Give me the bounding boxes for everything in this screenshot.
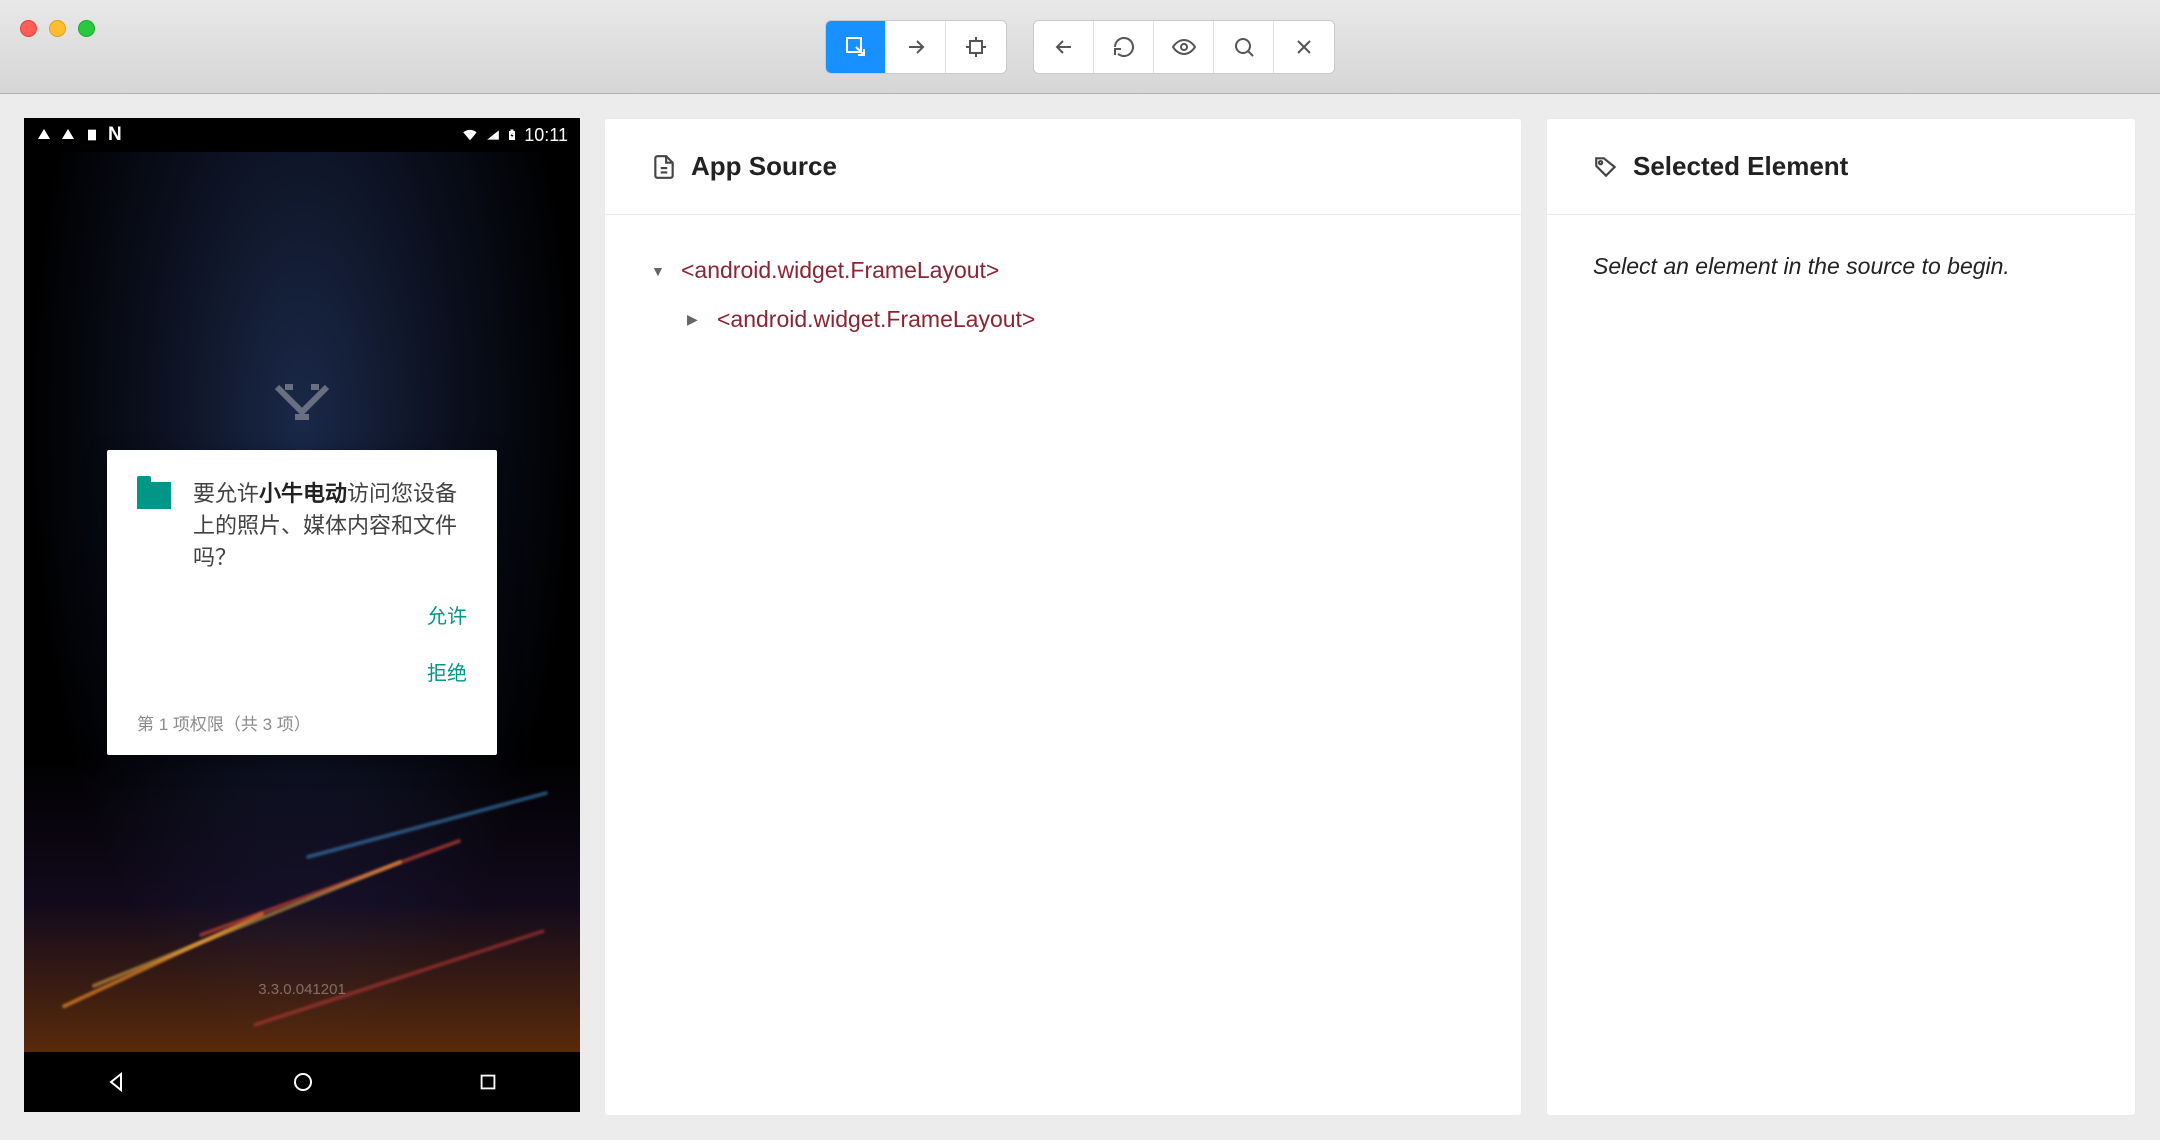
status-icon <box>60 127 76 143</box>
n-icon: N <box>108 124 122 146</box>
nav-home-icon[interactable] <box>291 1070 315 1094</box>
status-time: 10:11 <box>524 125 568 146</box>
nav-back-icon[interactable] <box>105 1070 129 1094</box>
source-tree: ▼ <android.widget.FrameLayout> ▶ <androi… <box>605 215 1521 375</box>
record-button[interactable] <box>1154 21 1214 73</box>
close-icon <box>1292 35 1316 59</box>
toolbar <box>825 20 1335 74</box>
crosshair-icon <box>964 35 988 59</box>
selected-element-title: Selected Element <box>1633 151 1848 182</box>
selected-element-panel: Selected Element Select an element in th… <box>1546 118 2136 1116</box>
back-button[interactable] <box>1034 21 1094 73</box>
tree-node-label: <android.widget.FrameLayout> <box>681 257 999 284</box>
arrow-left-icon <box>1052 35 1076 59</box>
select-element-button[interactable] <box>826 21 886 73</box>
tree-node-child[interactable]: ▶ <android.widget.FrameLayout> <box>687 302 1475 337</box>
tap-coordinates-button[interactable] <box>946 21 1006 73</box>
app-source-header: App Source <box>605 119 1521 215</box>
allow-button[interactable]: 允许 <box>427 600 467 629</box>
search-button[interactable] <box>1214 21 1274 73</box>
search-icon <box>1232 35 1256 59</box>
device-screenshot[interactable]: N 10:11 3.3.0.041201 要允许小牛电动访问您设备上的照片、媒体… <box>24 118 580 1112</box>
toolbar-group-inspect <box>825 20 1007 74</box>
status-icon <box>36 127 52 143</box>
selected-element-placeholder: Select an element in the source to begin… <box>1547 215 2135 318</box>
maximize-window-button[interactable] <box>78 20 95 37</box>
app-logo-icon <box>267 377 337 427</box>
chevron-down-icon: ▼ <box>651 263 665 279</box>
chevron-right-icon: ▶ <box>687 311 701 328</box>
refresh-icon <box>1112 35 1136 59</box>
arrow-right-icon <box>904 35 928 59</box>
select-element-icon <box>844 35 868 59</box>
permission-message: 要允许小牛电动访问您设备上的照片、媒体内容和文件吗？ <box>193 478 467 574</box>
content: N 10:11 3.3.0.041201 要允许小牛电动访问您设备上的照片、媒体… <box>0 94 2160 1140</box>
deny-button[interactable]: 拒绝 <box>427 657 467 686</box>
app-source-title: App Source <box>691 151 837 182</box>
device-nav-bar <box>24 1052 580 1112</box>
permission-dialog: 要允许小牛电动访问您设备上的照片、媒体内容和文件吗？ 允许 拒绝 第 1 项权限… <box>107 450 497 755</box>
selected-element-header: Selected Element <box>1547 119 2135 215</box>
device-status-bar: N 10:11 <box>24 118 580 152</box>
titlebar <box>0 0 2160 94</box>
folder-icon <box>137 482 171 509</box>
status-icon <box>84 126 100 144</box>
app-source-panel: App Source ▼ <android.widget.FrameLayout… <box>604 118 1522 1116</box>
tag-icon <box>1593 154 1619 180</box>
signal-icon <box>486 127 500 143</box>
window-controls <box>20 20 95 37</box>
wifi-icon <box>460 127 480 143</box>
version-text: 3.3.0.041201 <box>258 981 346 998</box>
battery-icon <box>506 126 518 144</box>
toolbar-group-actions <box>1033 20 1335 74</box>
tree-node-label: <android.widget.FrameLayout> <box>717 306 1035 333</box>
quit-button[interactable] <box>1274 21 1334 73</box>
swipe-button[interactable] <box>886 21 946 73</box>
eye-icon <box>1172 35 1196 59</box>
minimize-window-button[interactable] <box>49 20 66 37</box>
close-window-button[interactable] <box>20 20 37 37</box>
permission-counter: 第 1 项权限（共 3 项） <box>137 710 467 735</box>
nav-recent-icon[interactable] <box>477 1071 499 1093</box>
refresh-button[interactable] <box>1094 21 1154 73</box>
file-icon <box>651 154 677 180</box>
tree-node-root[interactable]: ▼ <android.widget.FrameLayout> <box>651 253 1475 288</box>
